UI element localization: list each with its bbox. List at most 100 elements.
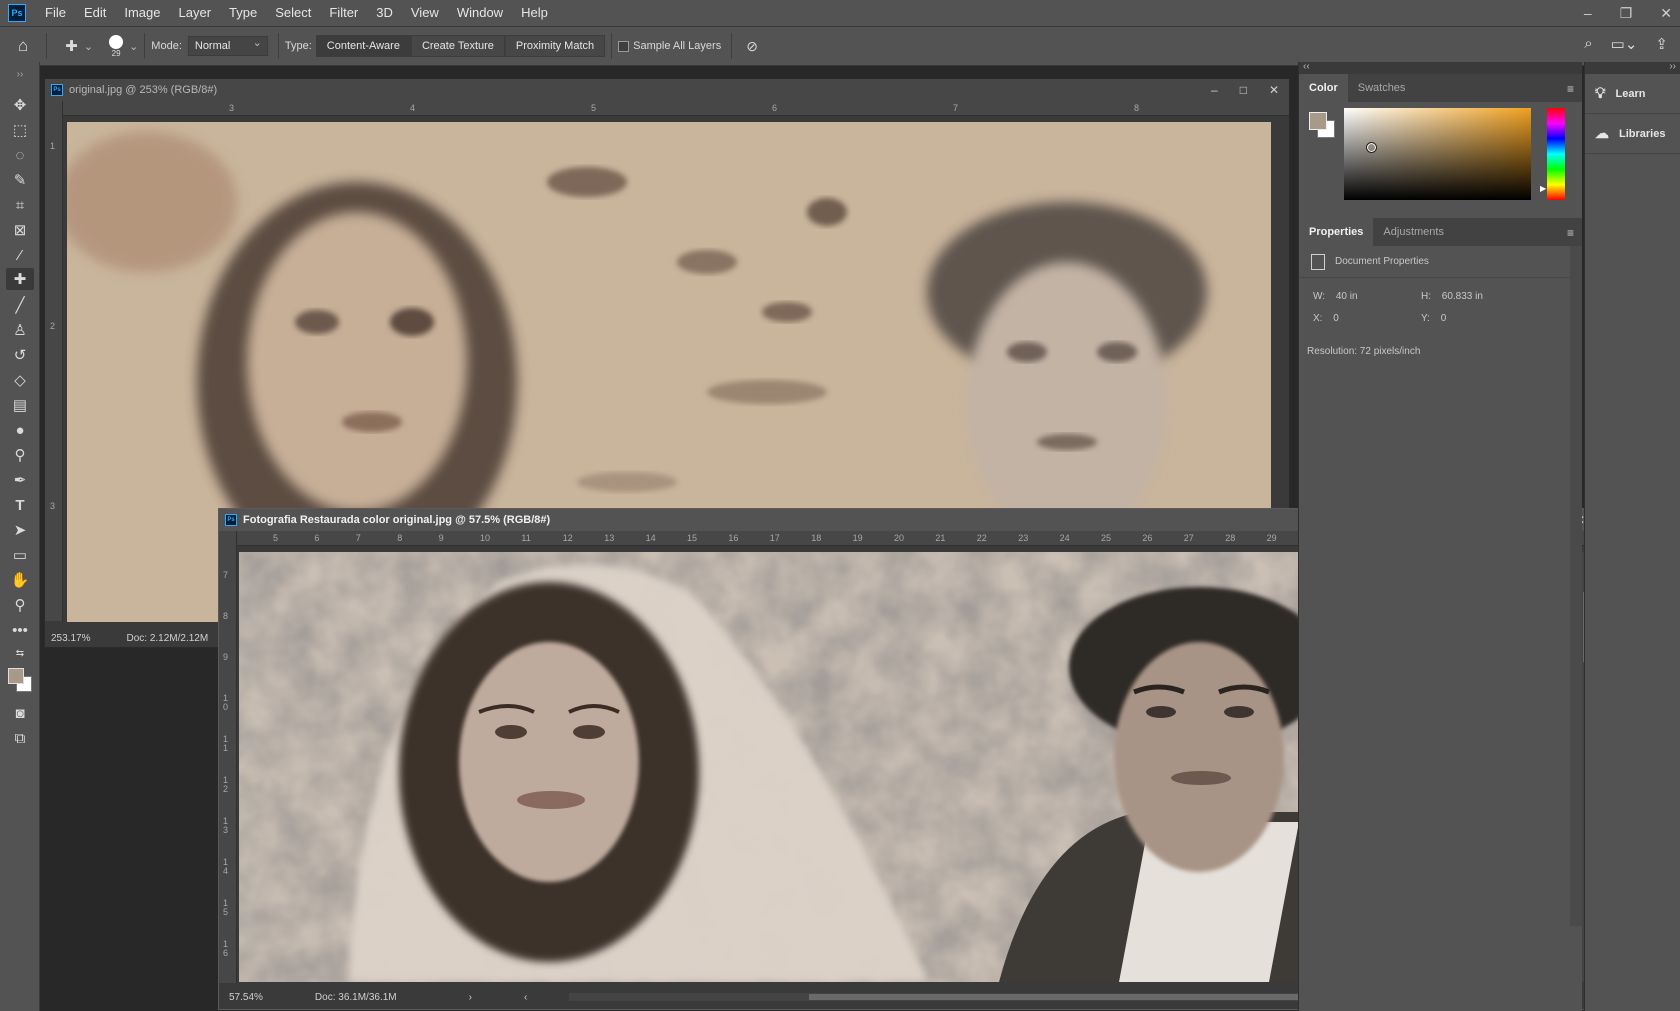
minimize-icon[interactable]: – [1584, 5, 1592, 21]
sample-all-layers-checkbox[interactable] [618, 40, 630, 52]
workspace-icon[interactable]: ▭⌄ [1611, 35, 1638, 53]
pen-tool-icon[interactable]: ✒ [6, 469, 34, 491]
menu-type[interactable]: Type [220, 0, 266, 26]
ruler-tick: 6 [314, 533, 320, 543]
ruler-tick: 4 [410, 103, 416, 113]
eraser-tool-icon[interactable]: ◇ [6, 369, 34, 391]
share-icon[interactable]: ⇪ [1655, 35, 1668, 53]
ruler-tick: 11 [223, 734, 229, 753]
properties-panel-tabs: Properties Adjustments ≡ [1299, 218, 1582, 246]
more-tools-icon[interactable]: ••• [6, 619, 34, 641]
menu-image[interactable]: Image [115, 0, 169, 26]
close-icon[interactable]: ✕ [1269, 83, 1279, 97]
foreground-color-swatch[interactable] [8, 668, 24, 684]
menu-file[interactable]: File [36, 0, 75, 26]
proximity-match-button[interactable]: Proximity Match [504, 35, 606, 57]
close-icon[interactable]: ✕ [1660, 5, 1672, 22]
menu-help[interactable]: Help [512, 0, 557, 26]
doc-size[interactable]: Doc: 2.12M/2.12M [126, 633, 208, 644]
dodge-tool-icon[interactable]: ⚲ [6, 444, 34, 466]
libraries-label: Libraries [1619, 127, 1666, 140]
h-label: H: [1421, 291, 1431, 302]
minimize-icon[interactable]: – [1211, 83, 1218, 97]
document-properties-label: Document Properties [1335, 256, 1429, 267]
document-icon [1311, 253, 1325, 270]
tab-adjustments[interactable]: Adjustments [1373, 218, 1454, 246]
zoom-level[interactable]: 57.54% [229, 992, 263, 1003]
crop-tool-icon[interactable]: ⌗ [6, 194, 34, 216]
create-texture-button[interactable]: Create Texture [410, 35, 505, 57]
clone-stamp-tool-icon[interactable]: ♙ [6, 319, 34, 341]
hand-tool-icon[interactable]: ✋ [6, 569, 34, 591]
mode-select[interactable]: Normal [187, 36, 268, 56]
screen-mode-icon[interactable]: ⧉ [6, 727, 34, 749]
healing-brush-icon[interactable]: ✚ [65, 37, 78, 55]
quick-mask-icon[interactable]: ◙ [6, 702, 34, 724]
color-picker-cursor[interactable] [1366, 142, 1377, 153]
doc-size[interactable]: Doc: 36.1M/36.1M [315, 992, 397, 1003]
hue-slider[interactable]: ▶ [1540, 108, 1565, 200]
menu-layer[interactable]: Layer [170, 0, 221, 26]
libraries-panel-button[interactable]: ☁ Libraries [1585, 114, 1680, 154]
history-brush-tool-icon[interactable]: ↺ [6, 344, 34, 366]
brush-preset-picker[interactable]: 29 [109, 34, 124, 58]
x-value[interactable]: 0 [1333, 313, 1339, 324]
color-field[interactable] [1344, 108, 1531, 200]
move-tool-icon[interactable]: ✥ [6, 94, 34, 116]
panel-scrollbar[interactable] [1570, 246, 1582, 926]
document-tab[interactable]: Ps original.jpg @ 253% (RGB/8#) – □ ✕ [45, 79, 1289, 101]
color-panel-tabs: Color Swatches ≡ [1299, 74, 1582, 102]
chevron-left-icon[interactable]: ‹ [524, 992, 527, 1003]
maximize-icon[interactable]: □ [1240, 83, 1247, 97]
zoom-tool-icon[interactable]: ⚲ [6, 594, 34, 616]
eyedropper-tool-icon[interactable]: ⁄ [6, 244, 34, 266]
type-tool-icon[interactable]: T [6, 494, 34, 516]
h-value[interactable]: 60.833 in [1442, 291, 1483, 302]
menu-filter[interactable]: Filter [320, 0, 367, 26]
ruler-tick: 10 [480, 533, 491, 543]
menu-edit[interactable]: Edit [75, 0, 115, 26]
menu-view[interactable]: View [402, 0, 448, 26]
panel-menu-icon[interactable]: ≡ [1567, 226, 1574, 240]
learn-panel-button[interactable]: 💡︎ Learn [1585, 74, 1680, 114]
chevron-down-icon[interactable]: ⌄ [84, 40, 93, 53]
brush-tool-icon[interactable]: ╱ [6, 294, 34, 316]
menu-window[interactable]: Window [448, 0, 512, 26]
search-icon[interactable]: ⌕ [1584, 35, 1592, 53]
panels-column: ‹‹ Color Swatches ≡ ▶ Properties Adjustm… [1298, 61, 1582, 1011]
tab-swatches[interactable]: Swatches [1348, 74, 1416, 102]
collapse-arrows-icon[interactable]: ›› [1669, 61, 1676, 72]
lasso-tool-icon[interactable]: ◌ [6, 144, 34, 166]
restore-icon[interactable]: ❐ [1620, 5, 1633, 22]
tab-properties[interactable]: Properties [1299, 218, 1374, 246]
swap-colors-icon[interactable]: ⇆ [6, 642, 34, 664]
y-value[interactable]: 0 [1441, 313, 1447, 324]
chevron-down-icon[interactable]: ⌄ [129, 40, 138, 53]
quick-select-tool-icon[interactable]: ✎ [6, 169, 34, 191]
ruler-tick: 26 [1142, 533, 1153, 543]
home-icon[interactable]: ⌂ [18, 36, 28, 56]
menu-3d[interactable]: 3D [367, 0, 402, 26]
chevron-right-icon[interactable]: › [469, 992, 472, 1003]
gradient-tool-icon[interactable]: ▤ [6, 394, 34, 416]
marquee-tool-icon[interactable]: ⬚ [6, 119, 34, 141]
w-value[interactable]: 40 in [1336, 291, 1358, 302]
rectangle-tool-icon[interactable]: ▭ [6, 544, 34, 566]
photoshop-logo-icon: Ps [8, 4, 26, 22]
blur-tool-icon[interactable]: ● [6, 419, 34, 441]
pressure-icon[interactable]: ⊘ [746, 38, 758, 55]
menu-select[interactable]: Select [266, 0, 320, 26]
frame-tool-icon[interactable]: ⊠ [6, 219, 34, 241]
healing-brush-tool-icon[interactable]: ✚ [6, 268, 34, 290]
path-select-tool-icon[interactable]: ➤ [6, 519, 34, 541]
sample-all-layers-label: Sample All Layers [633, 40, 722, 52]
tab-color[interactable]: Color [1299, 74, 1348, 102]
hue-slider-handle[interactable]: ▶ [1540, 184, 1546, 193]
content-aware-button[interactable]: Content-Aware [315, 35, 411, 57]
collapse-arrows-icon[interactable]: ›› [6, 68, 34, 80]
panel-menu-icon[interactable]: ≡ [1567, 82, 1574, 96]
zoom-level[interactable]: 253.17% [51, 633, 90, 644]
prop-h: H: 60.833 in [1421, 291, 1483, 302]
collapse-arrows-icon[interactable]: ‹‹ [1303, 61, 1310, 72]
fg-color-chip[interactable] [1309, 112, 1327, 130]
